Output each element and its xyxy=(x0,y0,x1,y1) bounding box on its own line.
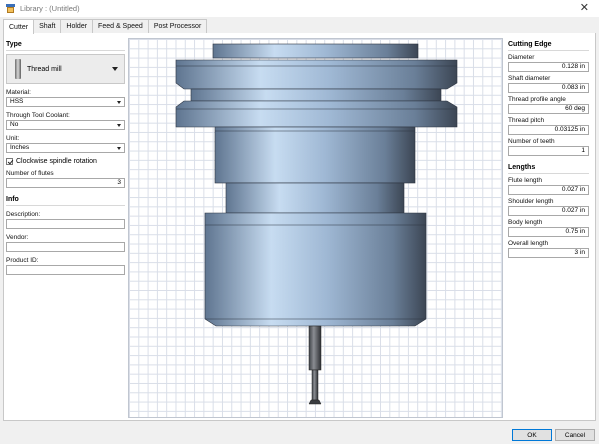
description-input[interactable] xyxy=(6,219,125,229)
shaft-diameter-label: Shaft diameter xyxy=(508,75,551,82)
clockwise-row: Clockwise spindle rotation xyxy=(6,158,125,165)
teeth-input[interactable]: 1 xyxy=(508,146,589,156)
material-select[interactable]: HSS xyxy=(6,97,125,107)
title-bar: Library : (Untitled) ✕ xyxy=(0,0,599,17)
window-title: Library : (Untitled) xyxy=(20,4,80,13)
coolant-label: Through Tool Coolant: xyxy=(6,112,70,119)
info-header: Info xyxy=(6,196,125,206)
close-icon[interactable]: ✕ xyxy=(580,2,589,14)
flute-length-input[interactable]: 0.027 in xyxy=(508,185,589,195)
unit-value: Inches xyxy=(10,144,30,151)
profile-angle-label: Thread profile angle xyxy=(508,96,566,103)
body-length-label: Body length xyxy=(508,219,543,226)
coolant-value: No xyxy=(10,121,19,128)
tool-preview-viewport[interactable] xyxy=(128,38,503,418)
chevron-down-icon xyxy=(117,147,121,150)
shaft-diameter-input[interactable]: 0.083 in xyxy=(508,83,589,93)
unit-label: Unit: xyxy=(6,135,20,142)
cutting-edge-header: Cutting Edge xyxy=(508,41,589,51)
thread-pitch-label: Thread pitch xyxy=(508,117,545,124)
description-label: Description: xyxy=(6,211,41,218)
unit-select[interactable]: Inches xyxy=(6,143,125,153)
tab-cutter[interactable]: Cutter xyxy=(3,19,35,34)
cutter-type-selector[interactable]: Thread mill xyxy=(6,54,125,84)
tool-preview-graphic xyxy=(175,43,458,405)
holder-top-cap xyxy=(212,43,419,59)
material-value: HSS xyxy=(10,98,24,105)
flutes-input[interactable]: 3 xyxy=(6,178,125,188)
holder-groove xyxy=(190,88,442,102)
ok-button[interactable]: OK xyxy=(512,429,552,441)
holder-neck xyxy=(225,182,405,214)
holder-collar xyxy=(204,212,427,327)
overall-length-input[interactable]: 3 in xyxy=(508,248,589,258)
thread-mill-tip xyxy=(308,399,322,405)
tab-post-processor[interactable]: Post Processor xyxy=(147,19,208,33)
coolant-select[interactable]: No xyxy=(6,120,125,130)
cutter-neck xyxy=(311,369,319,401)
library-icon xyxy=(6,4,15,13)
clockwise-label: Clockwise spindle rotation xyxy=(16,158,97,165)
lengths-header: Lengths xyxy=(508,164,589,174)
shoulder-length-input[interactable]: 0.027 in xyxy=(508,206,589,216)
vendor-input[interactable] xyxy=(6,242,125,252)
type-header: Type xyxy=(6,41,125,51)
cutter-type-label: Thread mill xyxy=(27,65,62,73)
holder-upper-body xyxy=(214,126,416,184)
thread-mill-thumbnail xyxy=(15,59,21,79)
overall-length-label: Overall length xyxy=(508,240,549,247)
flutes-label: Number of flutes xyxy=(6,170,54,177)
teeth-label: Number of teeth xyxy=(508,138,555,145)
chevron-down-icon xyxy=(112,67,118,71)
cutter-shaft xyxy=(308,325,322,371)
diameter-input[interactable]: 0.128 in xyxy=(508,62,589,72)
dimensions-panel: Cutting Edge Diameter 0.128 in Shaft dia… xyxy=(508,41,589,258)
tab-feed-speed[interactable]: Feed & Speed xyxy=(92,19,149,33)
tab-shaft[interactable]: Shaft xyxy=(33,19,62,33)
cancel-button[interactable]: Cancel xyxy=(555,429,595,441)
thread-pitch-input[interactable]: 0.03125 in xyxy=(508,125,589,135)
material-label: Material: xyxy=(6,89,31,96)
clockwise-checkbox[interactable] xyxy=(6,158,13,165)
tab-holder[interactable]: Holder xyxy=(60,19,94,33)
chevron-down-icon xyxy=(117,101,121,104)
shoulder-length-label: Shoulder length xyxy=(508,198,554,205)
cutter-settings-panel: Type Thread mill Material: HSS Through T… xyxy=(6,41,125,275)
flute-length-label: Flute length xyxy=(508,177,542,184)
chevron-down-icon xyxy=(117,124,121,127)
vendor-label: Vendor: xyxy=(6,234,29,241)
profile-angle-input[interactable]: 60 deg xyxy=(508,104,589,114)
product-id-label: Product ID: xyxy=(6,257,39,264)
holder-lower-flange xyxy=(175,100,458,128)
tab-bar: Cutter Shaft Holder Feed & Speed Post Pr… xyxy=(3,19,208,34)
diameter-label: Diameter xyxy=(508,54,535,61)
holder-upper-flange xyxy=(175,59,458,90)
product-id-input[interactable] xyxy=(6,265,125,275)
body-length-input[interactable]: 0.75 in xyxy=(508,227,589,237)
